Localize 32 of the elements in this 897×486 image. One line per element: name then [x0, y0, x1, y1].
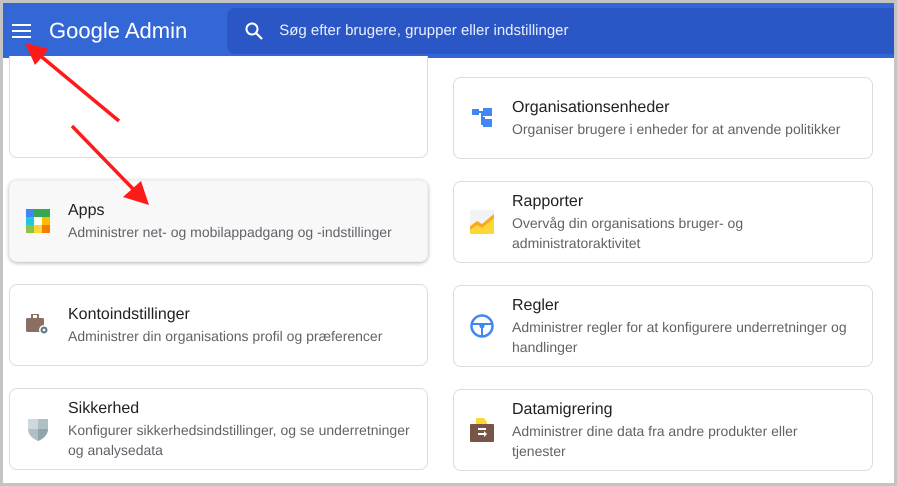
card-description: Administrer dine data fra andre produkter eller tjenester [512, 422, 799, 461]
card-title: Sikkerhed [68, 399, 140, 419]
card-description: Overvåg din organisations bruger- og administratoraktivitet [512, 214, 744, 253]
colored-grid-icon [26, 209, 50, 233]
card-description: Administrer regler for at konfigurere underretninger og handlinger [512, 318, 848, 357]
settings-card[interactable]: Datamigrering Administrer dine data fra andre produkter eller tjenester [453, 389, 873, 471]
line-chart-icon [470, 210, 494, 234]
steering-wheel-icon [470, 314, 494, 338]
menu-icon[interactable] [12, 24, 31, 38]
shield-icon [27, 417, 49, 441]
card-title: Apps [68, 201, 106, 221]
card-description: Konfigurer sikkerhedsindstillinger, og se underretninger og analysedata [68, 421, 411, 460]
settings-card[interactable]: Organisationsenheder Organiser brugere i enheder for at anvende politikker [453, 77, 873, 159]
briefcase-gear-icon [26, 314, 50, 336]
hierarchy-icon [472, 108, 492, 128]
card-title: Organisationsenheder [512, 98, 670, 118]
card-title: Datamigrering [512, 400, 614, 420]
settings-card[interactable]: Kontoindstillinger Administrer din organisations profil og præferencer [9, 284, 428, 366]
card-description: Organiser brugere i enheder for at anvende politikker [512, 120, 840, 139]
card-title: Rapporter [512, 192, 584, 212]
card-title: Regler [512, 296, 560, 316]
archive-box-icon [470, 418, 494, 442]
app-title: Google Admin [49, 17, 188, 45]
settings-card[interactable]: Regler Administrer regler for at konfigurere underretninger og handlinger [453, 285, 873, 367]
search-field[interactable]: Søg efter brugere, grupper eller indstillinger [227, 8, 894, 54]
card-description: Administrer net- og mobilappadgang og -indstillinger [68, 223, 392, 242]
card-title: Kontoindstillinger [68, 305, 191, 325]
card-description: Administrer din organisations profil og præferencer [68, 327, 382, 346]
settings-card[interactable]: Rapporter Overvåg din organisations bruger- og administratoraktivitet [453, 181, 873, 263]
settings-card[interactable]: Sikkerhed Konfigurer sikkerhedsindstillinger, og se underretninger og analysedata [9, 388, 428, 470]
search-icon [245, 22, 264, 40]
settings-card[interactable]: Apps Administrer net- og mobilappadgang og -indstillinger [9, 180, 428, 262]
